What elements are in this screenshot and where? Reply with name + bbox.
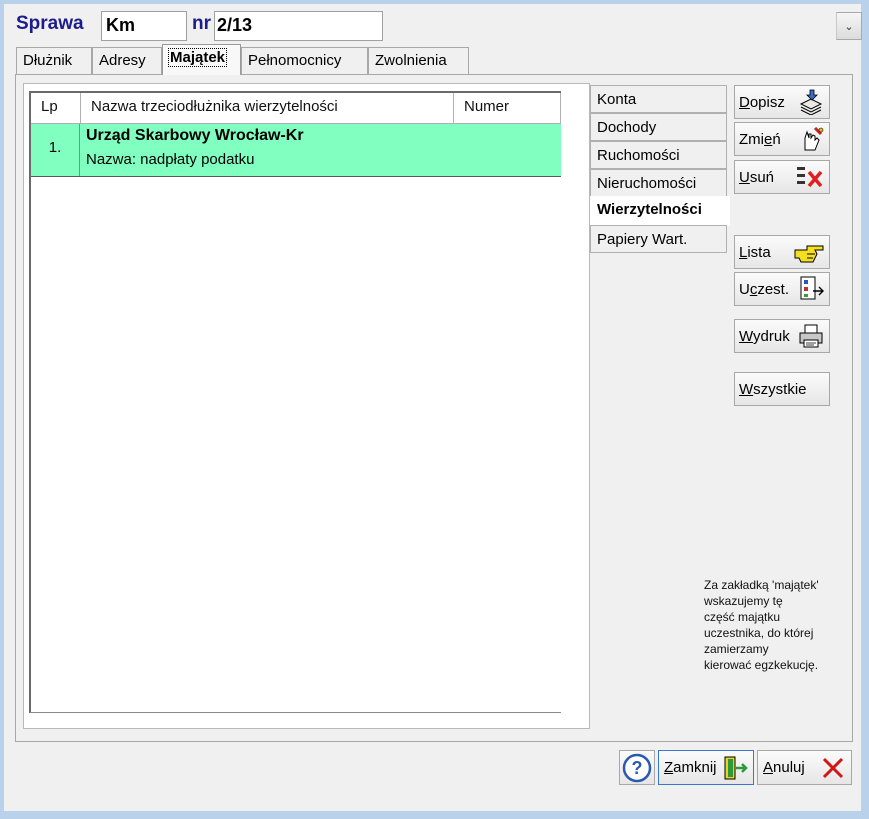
help-icon: ? [622, 753, 652, 782]
uczestnicy-button[interactable]: Uczest. [734, 272, 830, 306]
nr-label: nr [192, 13, 211, 34]
case-number-value: 2/13 [217, 15, 253, 35]
stack-add-icon [799, 89, 823, 115]
window-frame-left [0, 0, 4, 819]
pointing-hand-icon [794, 245, 824, 263]
help-button[interactable]: ? [619, 750, 655, 785]
edit-hand-icon [804, 126, 824, 151]
anuluj-button[interactable]: Anuluj [757, 750, 852, 785]
info-note: Za zakładką 'majątek' wskazujemy tę częś… [704, 578, 819, 672]
column-header-nazwa[interactable]: Nazwa trzeciodłużnika wierzytelności [81, 93, 454, 124]
table-row[interactable]: 1. Urząd Skarbowy Wrocław-Kr Nazwa: nadp… [31, 124, 561, 177]
tab-adresy[interactable]: Adresy [92, 47, 162, 74]
asset-tab-dochody[interactable]: Dochody [590, 113, 727, 141]
asset-tab-nieruchomosci[interactable]: Nieruchomości [590, 169, 727, 197]
tab-pelnomocnicy[interactable]: Pełnomocnicy [241, 47, 368, 74]
repertorium-value: Km [106, 15, 136, 35]
asset-tab-papiery[interactable]: Papiery Wart. [590, 225, 727, 253]
usun-button[interactable]: Usuń [734, 160, 830, 194]
asset-tab-wierzytelnosci[interactable]: Wierzytelności [590, 196, 730, 226]
row-name: Urząd Skarbowy Wrocław-Kr [86, 127, 304, 144]
chevron-down-icon[interactable]: ⌄ [836, 12, 862, 40]
wszystkie-button[interactable]: Wszystkie [734, 372, 830, 406]
cancel-x-icon [822, 757, 844, 778]
wydruk-button[interactable]: Wydruk [734, 319, 830, 353]
asset-tab-konta[interactable]: Konta [590, 85, 727, 113]
delete-x-icon [797, 167, 823, 188]
row-detail: Nazwa: nadpłaty podatku [86, 151, 255, 168]
tab-dluznik[interactable]: Dłużnik [16, 47, 92, 74]
sprawa-label: Sprawa [16, 13, 84, 34]
svg-text:?: ? [632, 758, 643, 778]
column-header-numer[interactable]: Numer [454, 93, 561, 124]
asset-tab-ruchomosci[interactable]: Ruchomości [590, 141, 727, 169]
window-frame-bottom [0, 811, 869, 819]
tab-majatek[interactable]: Majątek [162, 44, 241, 75]
row-lp: 1. [31, 124, 80, 176]
column-header-lp[interactable]: Lp [31, 93, 81, 124]
window-frame-right [861, 0, 869, 819]
zmien-button[interactable]: Zmień [734, 122, 830, 156]
tab-zwolnienia[interactable]: Zwolnienia [368, 47, 469, 74]
repertorium-combo[interactable]: Km ⌄ [101, 11, 862, 41]
lista-button[interactable]: Lista [734, 235, 830, 269]
window-frame-top [0, 0, 869, 4]
participants-icon [800, 276, 824, 300]
case-number-input[interactable]: 2/13 [214, 11, 383, 41]
receivables-table[interactable]: Lp Nazwa trzeciodłużnika wierzytelności … [29, 91, 561, 713]
zamknij-button[interactable]: Zamknij [658, 750, 754, 785]
exit-door-icon [724, 756, 748, 779]
printer-icon [799, 324, 823, 348]
dopisz-button[interactable]: Dopisz [734, 85, 830, 119]
